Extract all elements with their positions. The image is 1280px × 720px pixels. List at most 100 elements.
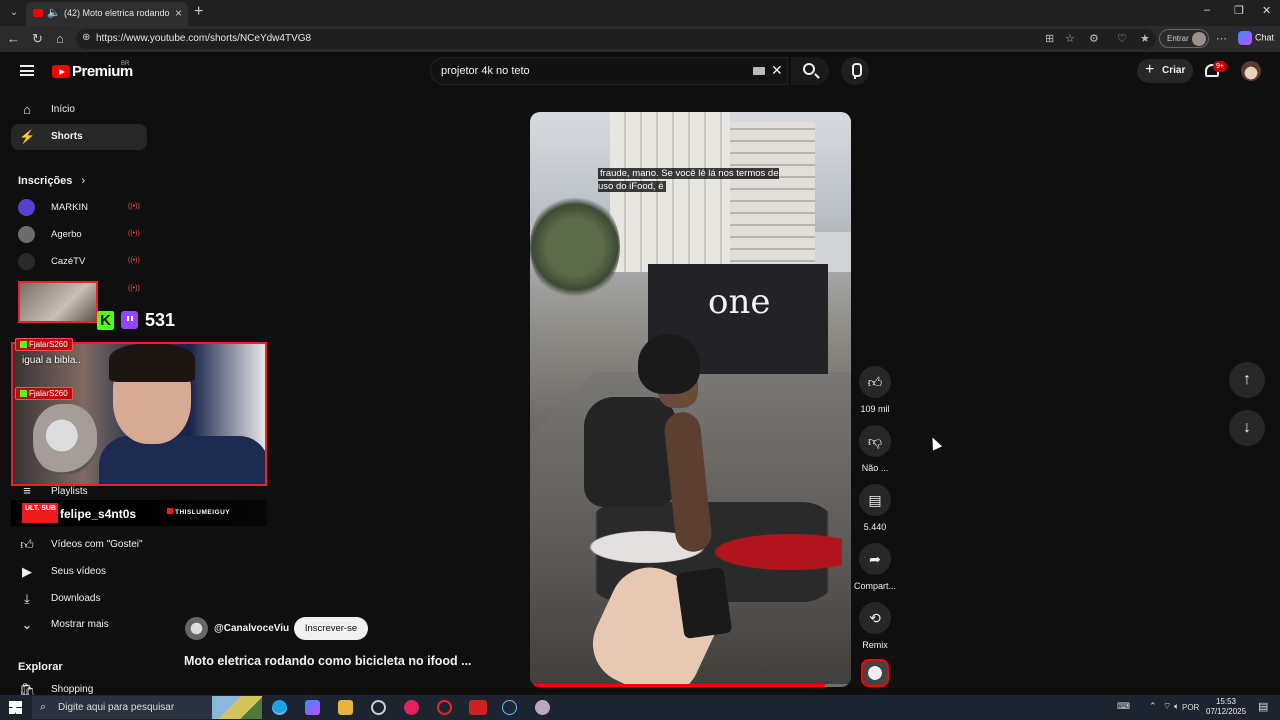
search-input[interactable]: projetor 4k no teto ✕ (430, 57, 788, 85)
back-icon[interactable]: ← (7, 31, 20, 46)
keyboard-icon[interactable] (753, 67, 765, 75)
media-player-icon[interactable] (404, 700, 419, 715)
youtube-play-icon (52, 65, 70, 78)
channel-avatar[interactable] (185, 617, 208, 640)
sidebar-item-your-videos[interactable]: ▶ Seus vídeos (11, 559, 147, 585)
video-storefront-sign: one (708, 282, 771, 322)
sidebar-item-downloads[interactable]: ⤓ Downloads (11, 586, 147, 612)
taskbar-clock[interactable]: 15:53 07/12/2025 (1206, 697, 1246, 717)
subscription-item[interactable]: CazéTV ((•)) (18, 252, 148, 272)
menu-icon[interactable] (20, 65, 34, 76)
kick-badge-icon (20, 390, 27, 397)
sidebar-item-label: Playlists (51, 486, 88, 497)
clock-date: 07/12/2025 (1206, 707, 1247, 716)
streaming-app-icon[interactable] (469, 700, 487, 715)
speaker-icon[interactable]: 🔈 (47, 6, 61, 19)
short-video-player[interactable]: one fraude, mano. Se você lê lá nos term… (530, 112, 851, 687)
copilot-app-icon[interactable] (305, 700, 320, 715)
obs-studio-icon[interactable] (371, 700, 386, 715)
minimize-icon[interactable]: – (1204, 4, 1210, 16)
chat-message: igual a bibla.. (22, 355, 81, 366)
video-building (730, 122, 815, 272)
shorts-icon: ⚡ (19, 129, 36, 144)
more-menu-icon[interactable]: ⋯ (1216, 32, 1227, 45)
tab-actions-menu-icon[interactable]: ⌄ (6, 5, 22, 21)
browser-essentials-icon[interactable]: ♡ (1117, 32, 1127, 45)
remix-icon: ⟲ (859, 602, 891, 634)
streamer-name: felipe_s4nt0s (60, 507, 137, 521)
app-available-icon[interactable]: ⊞ (1045, 32, 1054, 45)
remix-button[interactable]: ⟲ Remix (850, 602, 900, 650)
search-button[interactable] (791, 57, 829, 85)
copilot-chat-button[interactable]: Chat (1238, 31, 1274, 45)
account-avatar[interactable] (1241, 61, 1261, 81)
home-icon: ⌂ (23, 102, 31, 117)
dislike-button[interactable]: 👎︎ Não ... (850, 425, 900, 473)
file-explorer-icon[interactable] (338, 700, 353, 715)
subscribe-button[interactable]: Inscrever-se (294, 617, 368, 640)
chevron-down-icon: ⌄ (21, 617, 33, 632)
reload-icon[interactable]: ↻ (32, 31, 43, 47)
next-short-button[interactable]: ↓ (1229, 410, 1265, 446)
sidebar-item-inicio[interactable]: ⌂ Início (11, 97, 147, 123)
video-backpack (584, 397, 676, 507)
taskbar-search-box[interactable]: ⌕ Digite aqui para pesquisar (32, 696, 262, 719)
maximize-icon[interactable]: ❐ (1234, 4, 1244, 17)
site-info-icon[interactable]: ⊕ (82, 32, 90, 43)
youtube-favicon-icon (33, 9, 43, 17)
clear-search-icon[interactable]: ✕ (771, 62, 783, 79)
extensions-icon[interactable]: ⚙ (1089, 32, 1099, 45)
search-icon (803, 63, 815, 75)
opera-gx-icon[interactable] (437, 700, 452, 715)
channel-avatar (18, 199, 35, 216)
sidebar-item-shorts[interactable]: ⚡ Shorts (11, 124, 147, 150)
channel-handle[interactable]: @CanalvoceViu (214, 623, 289, 634)
kick-badge-icon (20, 341, 27, 348)
network-icon[interactable]: ⌔ (1163, 701, 1171, 712)
sidebar-item-show-more[interactable]: ⌄ Mostrar mais (11, 612, 147, 638)
sound-source-avatar[interactable] (861, 659, 889, 687)
subscriptions-heading[interactable]: Inscrições › (18, 175, 85, 187)
volume-icon[interactable]: 🔈︎ (1174, 701, 1179, 712)
language-indicator[interactable]: POR (1182, 703, 1199, 712)
subscription-item[interactable]: MARKIN ((•)) (18, 198, 148, 218)
close-tab-icon[interactable]: × (175, 6, 182, 20)
subscription-item[interactable]: Agerbo ((•)) (18, 225, 148, 245)
plus-icon: + (1145, 61, 1155, 78)
notification-center-icon[interactable]: ▤ (1258, 700, 1268, 713)
like-button[interactable]: 👍︎ 109 mil (850, 366, 900, 414)
close-window-icon[interactable]: ✕ (1262, 4, 1271, 17)
video-title[interactable]: Moto eletrica rodando como bicicleta no … (184, 654, 472, 668)
streamer-lower-third: ULT. SUB felipe_s4nt0s THISLUMEIGUY (11, 500, 267, 526)
sidebar-item-liked-videos[interactable]: 👍︎ Vídeos com "Gostei" (11, 532, 147, 558)
favorite-star-icon[interactable]: ☆ (1065, 32, 1075, 45)
video-progress-bar[interactable] (530, 684, 851, 687)
sidebar-item-label: Mostrar mais (51, 619, 109, 630)
channel-name: MARKIN (51, 202, 88, 213)
share-button[interactable]: ➦ Compart... (850, 543, 900, 591)
browser-tab[interactable]: 🔈 (42) Moto eletrica rodando como bicicl… (26, 2, 188, 26)
keyboard-tray-icon[interactable]: ⌨ (1117, 701, 1130, 712)
sign-in-button[interactable]: Entrar (1159, 29, 1209, 48)
steam-icon[interactable] (502, 700, 517, 715)
show-hidden-icons[interactable]: ⌃ (1149, 701, 1157, 712)
live-indicator-icon: ((•)) (128, 257, 140, 264)
voice-search-button[interactable] (841, 57, 869, 85)
sidebar-item-label: Shorts (51, 131, 83, 142)
dislike-label: Não ... (861, 463, 889, 473)
discord-alt-icon[interactable] (535, 700, 550, 715)
create-button[interactable]: + Criar (1137, 59, 1193, 83)
previous-short-button[interactable]: ↑ (1229, 362, 1265, 398)
url-bar[interactable]: ⊕ https://www.youtube.com/shorts/NCeYdw4… (76, 29, 1156, 49)
sidebar-item-shopping[interactable]: 🛍︎ Shopping (11, 677, 147, 695)
home-browser-icon[interactable]: ⌂ (56, 31, 64, 46)
comments-button[interactable]: ▤ 5.440 (850, 484, 900, 532)
chat-label: Chat (1255, 32, 1275, 43)
tab-title: (42) Moto eletrica rodando como biciclet… (64, 8, 170, 18)
favorites-icon[interactable]: ★ (1140, 32, 1150, 45)
new-tab-icon[interactable]: + (194, 3, 203, 21)
webcam-person-hair (109, 344, 195, 382)
windows-start-icon[interactable] (9, 701, 22, 714)
sidebar-item-label: Seus vídeos (51, 566, 107, 577)
edge-browser-icon[interactable] (272, 700, 287, 715)
